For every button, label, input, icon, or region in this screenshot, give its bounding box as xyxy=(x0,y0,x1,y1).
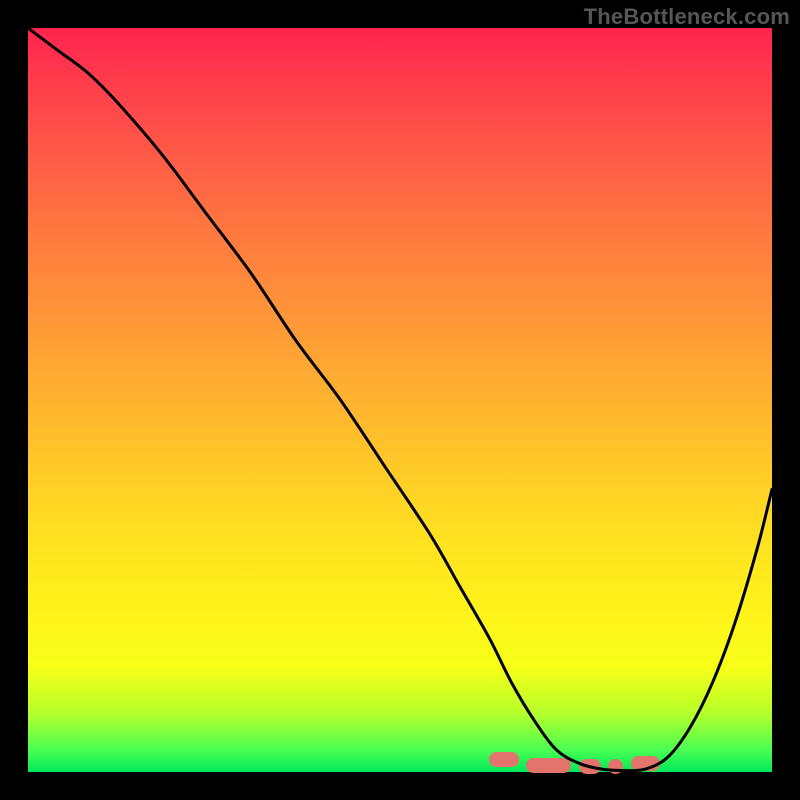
plot-area xyxy=(28,28,772,772)
watermark-text: TheBottleneck.com xyxy=(584,4,790,30)
bottleneck-curve xyxy=(28,28,772,772)
